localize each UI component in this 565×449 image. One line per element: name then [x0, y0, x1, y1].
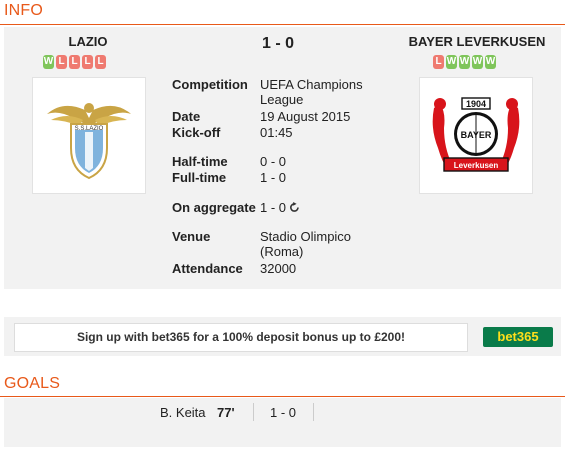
goal-separator: [313, 403, 314, 421]
home-team-name[interactable]: LAZIO: [62, 34, 114, 49]
aggregate-score: 1 - 0: [260, 200, 287, 215]
form-badge: L: [433, 55, 444, 69]
away-team-name[interactable]: BAYER LEVERKUSEN: [404, 34, 550, 49]
form-badge: L: [82, 55, 93, 69]
form-badge: W: [485, 55, 496, 69]
away-team-form: L W W W W: [433, 55, 496, 69]
venue-value[interactable]: Stadio Olimpico (Roma): [260, 229, 351, 259]
goals-section-title: GOALS: [4, 375, 61, 392]
form-badge: W: [446, 55, 457, 69]
goal-score: 1 - 0: [270, 405, 297, 420]
form-badge: W: [459, 55, 470, 69]
lazio-logo-text: S.S.LAZIO: [75, 126, 104, 132]
home-team-logo[interactable]: S.S.LAZIO: [32, 77, 146, 194]
goal-minute: 77': [217, 405, 235, 420]
bet365-logo[interactable]: bet365: [483, 327, 553, 347]
aggregate-value[interactable]: 1 - 0: [260, 200, 300, 215]
competition-label: Competition: [172, 77, 248, 92]
attendance-label: Attendance: [172, 261, 243, 276]
halftime-label: Half-time: [172, 154, 228, 169]
halftime-value: 0 - 0: [260, 154, 287, 169]
goal-player[interactable]: B. Keita: [160, 405, 206, 420]
venue-line: Stadio Olimpico: [260, 229, 352, 244]
competition-value[interactable]: UEFA Champions League: [260, 77, 363, 107]
info-divider: [0, 24, 565, 25]
leverkusen-crest-icon: 1904 BAYER Leverkusen: [432, 97, 520, 172]
promo-banner[interactable]: Sign up with bet365 for a 100% deposit b…: [14, 323, 468, 352]
venue-label: Venue: [172, 229, 211, 244]
competition-line: UEFA Champions: [260, 77, 363, 92]
fulltime-label: Full-time: [172, 170, 227, 185]
date-label: Date: [172, 109, 201, 124]
leverkusen-logo-name: Leverkusen: [454, 161, 499, 170]
attendance-value: 32000: [260, 261, 297, 276]
competition-line: League: [260, 92, 304, 107]
lazio-crest-icon: S.S.LAZIO: [47, 103, 131, 180]
home-team-form: W L L L L: [43, 55, 106, 69]
aggregate-label: On aggregate: [172, 200, 256, 215]
leverkusen-logo-year: 1904: [466, 99, 486, 109]
form-badge: L: [56, 55, 67, 69]
goals-divider: [0, 396, 565, 397]
venue-line: (Roma): [260, 244, 304, 259]
match-score: 1 - 0: [262, 35, 295, 52]
info-section-title: INFO: [4, 2, 44, 19]
goal-separator: [253, 403, 254, 421]
form-badge: W: [43, 55, 54, 69]
kickoff-label: Kick-off: [172, 125, 221, 140]
form-badge: L: [69, 55, 80, 69]
kickoff-value: 01:45: [260, 125, 293, 140]
aggregate-arrow-icon[interactable]: [289, 202, 300, 213]
form-badge: W: [472, 55, 483, 69]
date-value: 19 August 2015: [260, 109, 351, 124]
fulltime-value: 1 - 0: [260, 170, 287, 185]
form-badge: L: [95, 55, 106, 69]
away-team-logo[interactable]: 1904 BAYER Leverkusen: [419, 77, 533, 194]
